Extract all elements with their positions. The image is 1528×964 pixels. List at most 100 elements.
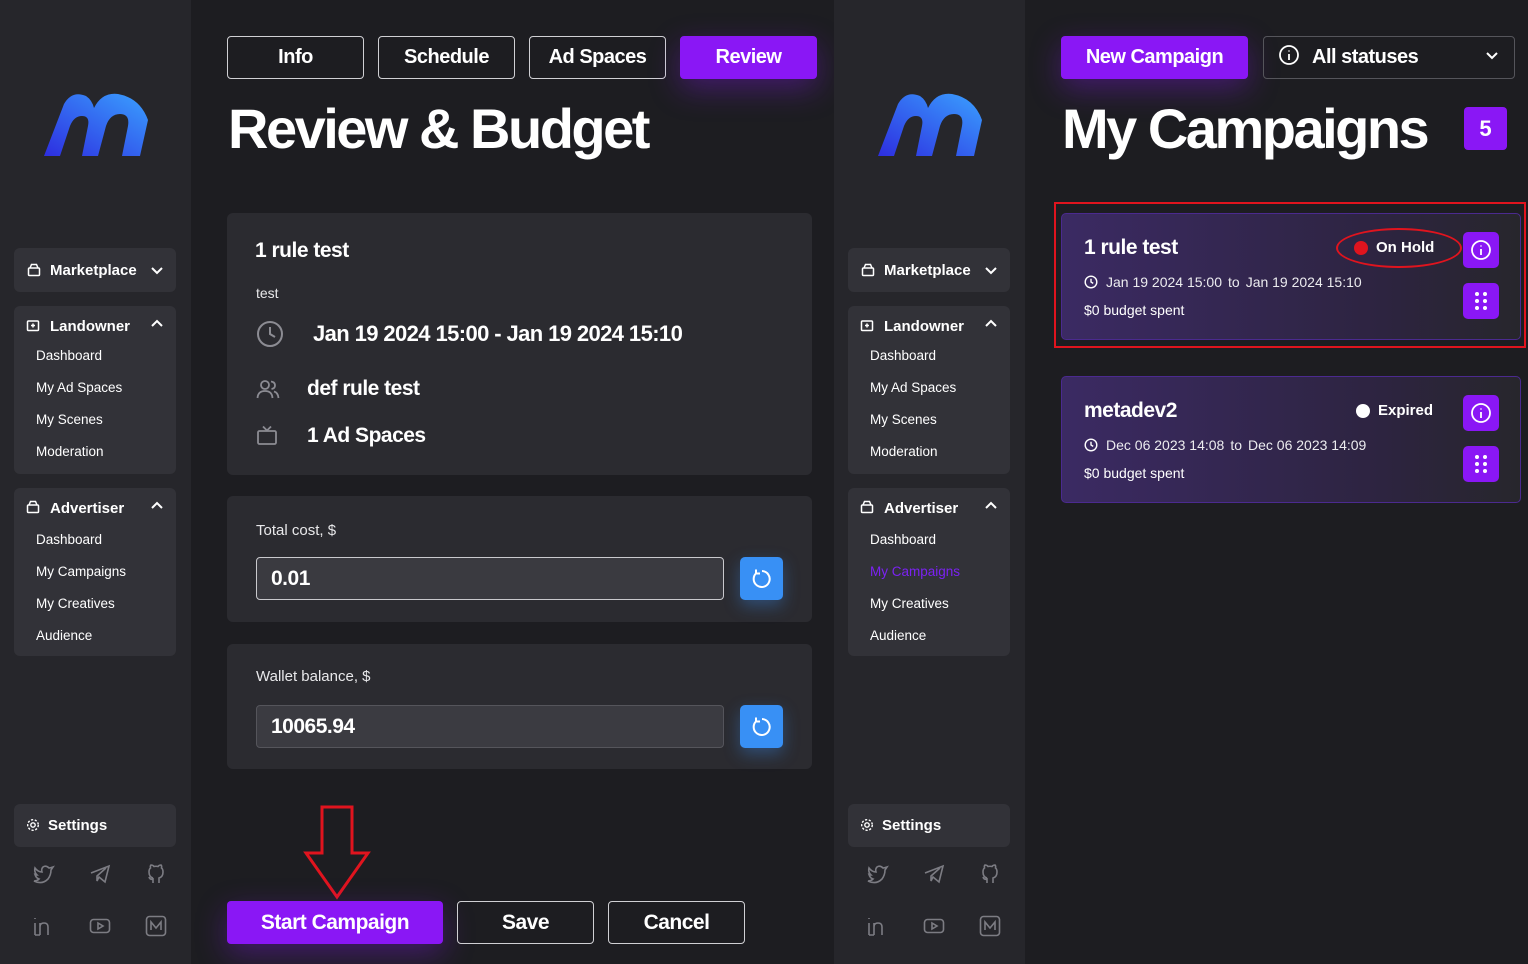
sidebar-item-audience[interactable]: Audience	[848, 620, 1010, 652]
social-row-2	[854, 912, 1004, 940]
sidebar-item-landowner-dashboard[interactable]: Dashboard	[14, 340, 176, 372]
sidebar-item-my-campaigns[interactable]: My Campaigns	[848, 556, 1010, 588]
users-icon	[255, 377, 281, 401]
advertiser-menu: Advertiser Dashboard My Campaigns My Cre…	[14, 488, 176, 656]
date-range-row: Jan 19 2024 15:00 - Jan 19 2024 15:10	[255, 319, 683, 349]
chevron-up-icon	[984, 317, 998, 335]
landowner-icon	[26, 318, 42, 334]
sidebar-item-my-creatives[interactable]: My Creatives	[848, 588, 1010, 620]
new-campaign-button[interactable]: New Campaign	[1061, 36, 1248, 79]
sidebar-item-my-ad-spaces[interactable]: My Ad Spaces	[14, 372, 176, 404]
info-icon	[1471, 403, 1491, 423]
sidebar-item-my-creatives[interactable]: My Creatives	[14, 588, 176, 620]
start-campaign-button[interactable]: Start Campaign	[227, 901, 443, 944]
audience-row: def rule test	[255, 377, 420, 401]
advertiser-menu: Advertiser Dashboard My Campaigns My Cre…	[848, 488, 1010, 656]
sidebar-left: Marketplace Landowner Dashboard My Ad Sp…	[0, 0, 191, 964]
refresh-cost-button[interactable]	[740, 557, 783, 600]
sidebar-item-landowner-dashboard[interactable]: Dashboard	[848, 340, 1010, 372]
total-cost-input[interactable]: 0.01	[256, 557, 724, 600]
github-icon[interactable]	[142, 860, 170, 888]
store-icon	[26, 262, 42, 278]
youtube-icon[interactable]	[920, 912, 948, 940]
sidebar-item-my-ad-spaces[interactable]: My Ad Spaces	[848, 372, 1010, 404]
sidebar-right: Marketplace Landowner Dashboard My Ad Sp…	[834, 0, 1025, 964]
campaign-description: test	[256, 285, 279, 301]
social-row-1	[854, 860, 1004, 888]
campaign-menu-button[interactable]	[1463, 446, 1499, 482]
tab-schedule[interactable]: Schedule	[378, 36, 515, 79]
highlight-box-annotation	[1054, 202, 1526, 348]
ad-spaces-text: 1 Ad Spaces	[307, 424, 426, 447]
refresh-icon	[752, 717, 771, 736]
refresh-icon	[752, 569, 771, 588]
linkedin-icon[interactable]	[30, 912, 58, 940]
campaign-start: Dec 06 2023 14:08	[1106, 437, 1225, 453]
m-logo-icon[interactable]	[36, 86, 156, 166]
wallet-balance-card: Wallet balance, $ 10065.94	[227, 644, 812, 769]
medium-icon[interactable]	[976, 912, 1004, 940]
wallet-balance-label: Wallet balance, $	[256, 668, 371, 685]
github-icon[interactable]	[976, 860, 1004, 888]
tab-info[interactable]: Info	[227, 36, 364, 79]
status-text: Expired	[1378, 402, 1434, 419]
campaign-summary-card: 1 rule test test Jan 19 2024 15:00 - Jan…	[227, 213, 812, 475]
twitter-icon[interactable]	[30, 860, 58, 888]
status-dot	[1356, 403, 1370, 418]
ad-spaces-row: 1 Ad Spaces	[255, 424, 426, 448]
cancel-button[interactable]: Cancel	[608, 901, 745, 944]
telegram-icon[interactable]	[86, 860, 114, 888]
marketplace-label: Marketplace	[884, 261, 971, 279]
tv-icon	[255, 424, 279, 448]
marketplace-menu[interactable]: Marketplace	[14, 248, 176, 292]
tab-ad-spaces[interactable]: Ad Spaces	[529, 36, 666, 79]
info-icon	[1278, 44, 1300, 72]
advertiser-label: Advertiser	[884, 499, 959, 517]
advertiser-toggle[interactable]: Advertiser	[848, 488, 1010, 528]
settings-button[interactable]: Settings	[848, 804, 1010, 847]
sidebar-item-moderation[interactable]: Moderation	[848, 436, 1010, 468]
campaign-to: to	[1230, 437, 1243, 453]
sidebar-item-advertiser-dashboard[interactable]: Dashboard	[14, 524, 176, 556]
campaign-info-button[interactable]	[1463, 395, 1499, 431]
chevron-up-icon	[984, 499, 998, 517]
chevron-down-icon	[150, 263, 164, 277]
landowner-menu: Landowner Dashboard My Ad Spaces My Scen…	[848, 306, 1010, 474]
m-logo-icon[interactable]	[870, 86, 990, 166]
sidebar-item-my-scenes[interactable]: My Scenes	[848, 404, 1010, 436]
youtube-icon[interactable]	[86, 912, 114, 940]
campaign-end: Dec 06 2023 14:09	[1248, 437, 1367, 453]
total-cost-card: Total cost, $ 0.01	[227, 496, 812, 622]
campaigns-title: My Campaigns	[1062, 97, 1430, 160]
sidebar-item-audience[interactable]: Audience	[14, 620, 176, 652]
audience-text: def rule test	[307, 377, 420, 400]
gear-icon	[860, 818, 876, 834]
refresh-wallet-button[interactable]	[740, 705, 783, 748]
social-row-2	[20, 912, 170, 940]
chevron-up-icon	[150, 317, 164, 335]
store-icon	[860, 262, 876, 278]
status-filter-select[interactable]: All statuses	[1263, 36, 1515, 79]
sidebar-item-my-scenes[interactable]: My Scenes	[14, 404, 176, 436]
settings-button[interactable]: Settings	[14, 804, 176, 847]
sidebar-item-moderation[interactable]: Moderation	[14, 436, 176, 468]
dots-grid-icon	[1475, 455, 1487, 473]
down-arrow-annotation	[303, 805, 371, 900]
campaign-card-name: metadev2	[1084, 399, 1177, 422]
sidebar-item-my-campaigns[interactable]: My Campaigns	[14, 556, 176, 588]
advertiser-toggle[interactable]: Advertiser	[14, 488, 176, 528]
clock-icon	[1084, 438, 1098, 452]
telegram-icon[interactable]	[920, 860, 948, 888]
linkedin-icon[interactable]	[864, 912, 892, 940]
medium-icon[interactable]	[142, 912, 170, 940]
advertiser-icon	[26, 500, 42, 516]
marketplace-menu[interactable]: Marketplace	[848, 248, 1010, 292]
tab-review[interactable]: Review	[680, 36, 817, 79]
settings-label: Settings	[882, 817, 942, 834]
settings-label: Settings	[48, 817, 108, 834]
status-filter-value: All statuses	[1312, 46, 1419, 68]
twitter-icon[interactable]	[864, 860, 892, 888]
sidebar-item-advertiser-dashboard[interactable]: Dashboard	[848, 524, 1010, 556]
campaign-card[interactable]: metadev2 Expired Dec 06 2023 14:08 to De…	[1061, 376, 1521, 503]
save-button[interactable]: Save	[457, 901, 594, 944]
